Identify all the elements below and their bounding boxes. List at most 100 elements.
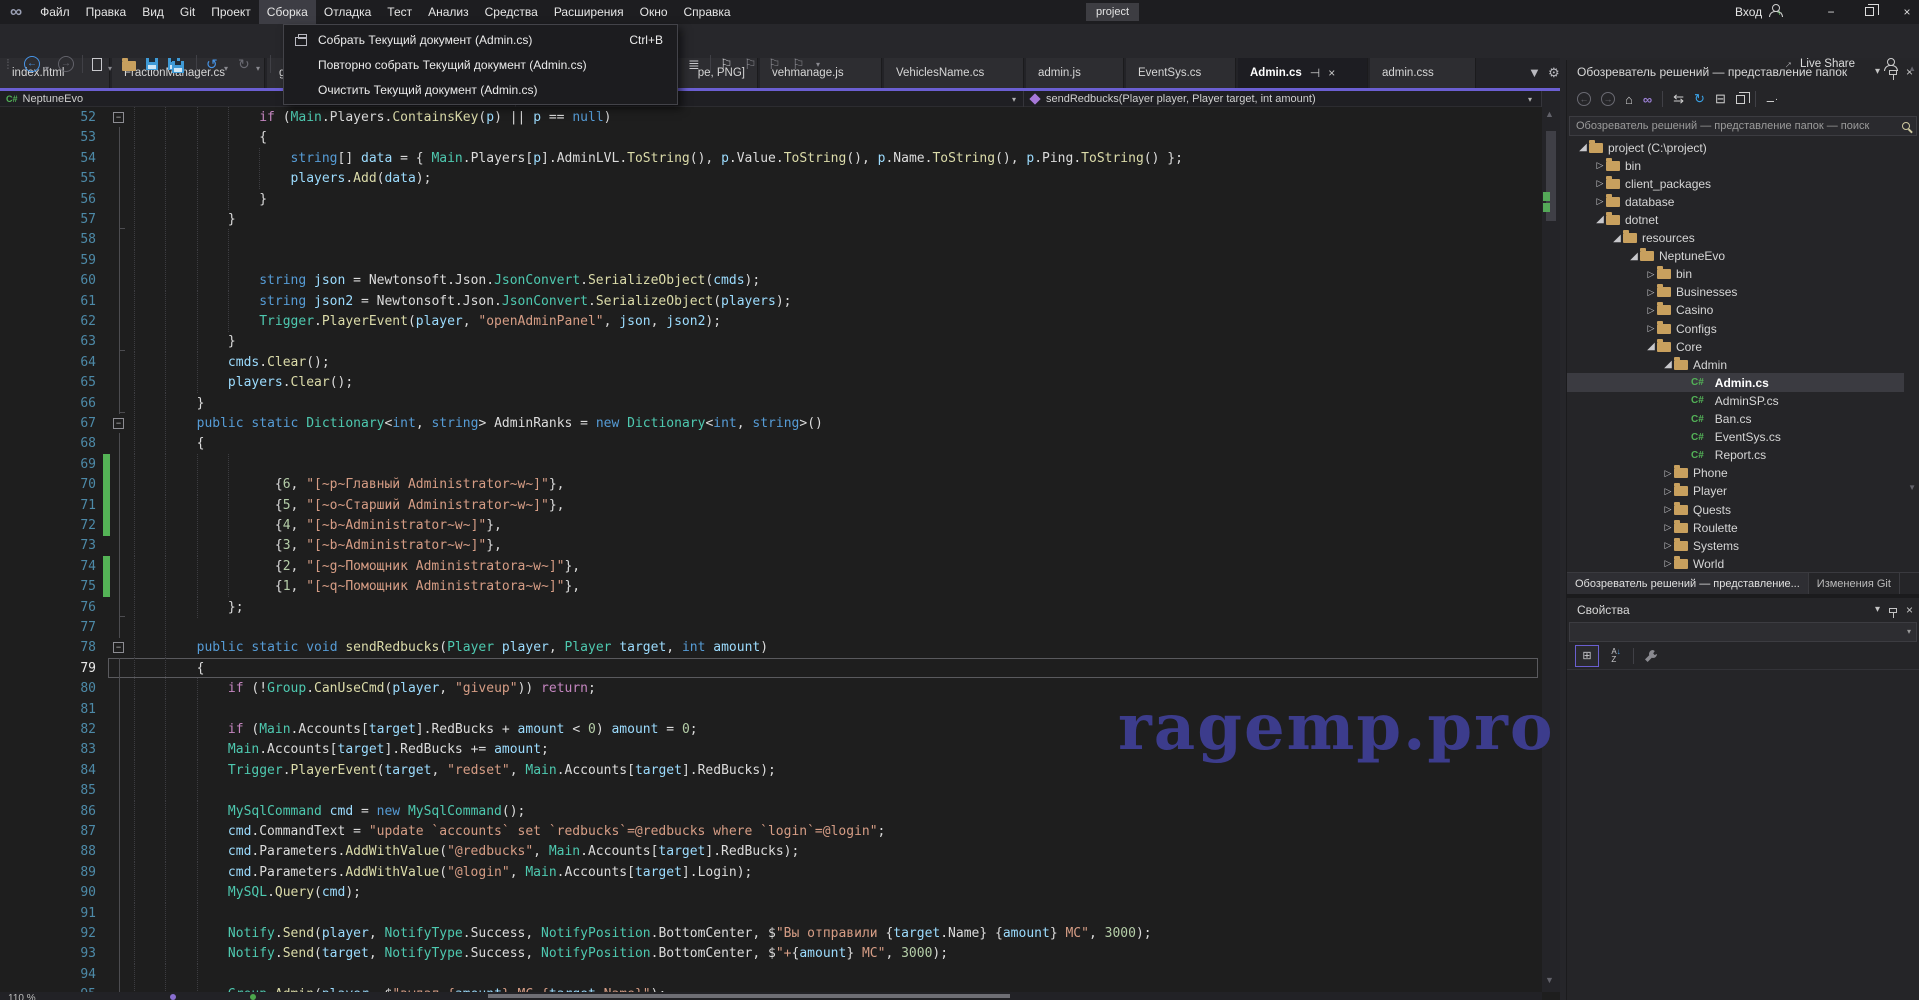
tree-expander-icon[interactable]: ▷ xyxy=(1645,269,1657,280)
forward-icon[interactable]: → xyxy=(1601,92,1615,106)
code-line[interactable]: 64 cmds.Clear(); xyxy=(0,352,1542,373)
panel-tab-Изменения Git[interactable]: Изменения Git xyxy=(1809,573,1900,595)
collapse-all-icon[interactable]: ⊟ xyxy=(1715,91,1726,107)
editor-zoom-level[interactable]: 110 % xyxy=(8,993,36,1000)
switch-views-icon[interactable]: ∞ xyxy=(1643,92,1652,107)
code-line[interactable]: 61 string json2 = Newtonsoft.Json.JsonCo… xyxy=(0,291,1542,312)
build-menu-item[interactable]: Собрать Текущий документ (Admin.cs)Ctrl+… xyxy=(284,27,677,52)
tree-expander-icon[interactable]: ▷ xyxy=(1662,558,1674,569)
pin-tab-icon[interactable]: ⊣ xyxy=(1310,66,1320,80)
new-project-button[interactable] xyxy=(92,53,102,75)
tree-item-dotnet[interactable]: ◢dotnet xyxy=(1567,210,1904,229)
tree-expander-icon[interactable]: ▷ xyxy=(1662,486,1674,497)
code-line[interactable]: 78− public static void sendRedbucks(Play… xyxy=(0,637,1542,658)
code-line[interactable]: 87 cmd.CommandText = "update `accounts` … xyxy=(0,821,1542,842)
tree-item-bin[interactable]: ▷bin xyxy=(1567,265,1904,284)
code-line[interactable]: 52− if (Main.Players.ContainsKey(p) || p… xyxy=(0,107,1542,128)
tree-expander-icon[interactable]: ▷ xyxy=(1645,287,1657,298)
code-line[interactable]: 63 } xyxy=(0,331,1542,352)
breadcrumb-member[interactable]: sendRedbucks(Player player, Player targe… xyxy=(1025,91,1542,107)
save-all-button[interactable] xyxy=(168,53,184,75)
code-line[interactable]: 53 { xyxy=(0,127,1542,148)
code-line[interactable]: 92 Notify.Send(player, NotifyType.Succes… xyxy=(0,923,1542,944)
code-line[interactable]: 89 cmd.Parameters.AddWithValue("@login",… xyxy=(0,862,1542,883)
tree-item-bin[interactable]: ▷bin xyxy=(1567,156,1904,175)
navigate-forward-button[interactable]: → xyxy=(58,53,74,75)
tree-expander-icon[interactable]: ▷ xyxy=(1662,522,1674,533)
solution-explorer-search-input[interactable]: Обозреватель решений — представление пап… xyxy=(1569,116,1917,136)
code-line[interactable]: 76 }; xyxy=(0,597,1542,618)
code-line[interactable]: 79 { xyxy=(0,658,1542,679)
code-line[interactable]: 67− public static Dictionary<int, string… xyxy=(0,413,1542,434)
code-line[interactable]: 55 players.Add(data); xyxy=(0,168,1542,189)
menubar-item-Тест[interactable]: Тест xyxy=(379,0,420,24)
feedback-person-icon[interactable] xyxy=(1884,53,1896,75)
tab-admin.css[interactable]: admin.css xyxy=(1370,58,1476,88)
undo-dropdown-icon[interactable]: ▾ xyxy=(224,57,228,79)
close-icon[interactable]: × xyxy=(1906,598,1913,622)
code-line[interactable]: 95 Group.Admin(player, $"выдал {amount} … xyxy=(0,984,1542,992)
save-button[interactable] xyxy=(146,53,158,75)
toolbar-overflow-icon[interactable]: ▾ xyxy=(816,53,820,75)
open-file-button[interactable] xyxy=(122,53,136,75)
menubar-item-Сборка[interactable]: Сборка xyxy=(259,0,316,24)
code-line[interactable]: 91 xyxy=(0,903,1542,924)
code-line[interactable]: 73 {3, "[~b~Administrator~w~]"}, xyxy=(0,535,1542,556)
code-line[interactable]: 70 {6, "[~p~Главный Administrator~w~]"}, xyxy=(0,474,1542,495)
code-line[interactable]: 54 string[] data = { Main.Players[p].Adm… xyxy=(0,148,1542,169)
live-share-button[interactable]: Live Share xyxy=(1800,53,1855,75)
tree-item-Admin[interactable]: ◢Admin xyxy=(1567,355,1904,374)
code-line[interactable]: 74 {2, "[~g~Помощник Administratora~w~]"… xyxy=(0,556,1542,577)
code-line[interactable]: 71 {5, "[~o~Старший Administrator~w~]"}, xyxy=(0,495,1542,516)
tree-item-EventSys.cs[interactable]: C#EventSys.cs xyxy=(1567,428,1904,447)
refresh-icon[interactable]: ↻ xyxy=(1694,91,1705,107)
sign-in-button[interactable]: Вход + xyxy=(1735,0,1781,24)
tree-item-Casino[interactable]: ▷Casino xyxy=(1567,301,1904,320)
next-bookmark-icon[interactable]: ⚐ xyxy=(768,53,781,75)
navigate-back-button[interactable]: ← xyxy=(24,53,40,75)
tab-list-dropdown-icon[interactable]: ▼ xyxy=(1528,65,1541,80)
code-line[interactable]: 60 string json = Newtonsoft.Json.JsonCon… xyxy=(0,270,1542,291)
scrollbar-thumb[interactable] xyxy=(488,994,1010,998)
code-line[interactable]: 75 {1, "[~q~Помощник Administratora~w~]"… xyxy=(0,576,1542,597)
fold-collapse-icon[interactable]: − xyxy=(113,112,124,123)
minimize-button[interactable]: − xyxy=(1814,0,1848,24)
scroll-up-icon[interactable]: ▲ xyxy=(1908,64,1916,73)
scroll-down-icon[interactable]: ▼ xyxy=(1908,483,1916,492)
code-line[interactable]: 57 } xyxy=(0,209,1542,230)
editor-vertical-scrollbar[interactable]: ▲ ▼ xyxy=(1542,91,1560,992)
previous-bookmark-icon[interactable]: ⚐ xyxy=(744,53,757,75)
build-menu-item[interactable]: Повторно собрать Текущий документ (Admin… xyxy=(284,52,677,77)
code-line[interactable]: 68 { xyxy=(0,433,1542,454)
menubar-item-Git[interactable]: Git xyxy=(172,0,203,24)
tree-item-Businesses[interactable]: ▷Businesses xyxy=(1567,283,1904,302)
sync-with-active-document-icon[interactable]: ⇆ xyxy=(1673,91,1684,107)
fold-collapse-icon[interactable]: − xyxy=(113,418,124,429)
tree-expander-icon[interactable]: ◢ xyxy=(1628,251,1640,262)
home-icon[interactable]: ⌂ xyxy=(1625,92,1633,107)
menubar-item-Анализ[interactable]: Анализ xyxy=(420,0,477,24)
properties-object-combobox[interactable]: ▾ xyxy=(1569,622,1917,642)
tree-item-Player[interactable]: ▷Player xyxy=(1567,482,1904,501)
tree-expander-icon[interactable]: ▷ xyxy=(1594,178,1606,189)
menubar-item-Окно[interactable]: Окно xyxy=(632,0,676,24)
code-line[interactable]: 85 xyxy=(0,780,1542,801)
menubar-item-Проект[interactable]: Проект xyxy=(203,0,259,24)
menubar-item-Правка[interactable]: Правка xyxy=(78,0,135,24)
code-line[interactable]: 62 Trigger.PlayerEvent(player, "openAdmi… xyxy=(0,311,1542,332)
tree-expander-icon[interactable]: ▷ xyxy=(1645,323,1657,334)
code-line[interactable]: 56 } xyxy=(0,189,1542,210)
tree-item-database[interactable]: ▷database xyxy=(1567,192,1904,211)
window-position-dropdown-icon[interactable]: ▾ xyxy=(1875,60,1880,84)
tree-item-AdminSP.cs[interactable]: C#AdminSP.cs xyxy=(1567,391,1904,410)
tree-item-Report.cs[interactable]: C#Report.cs xyxy=(1567,446,1904,465)
tab-options-gear-icon[interactable]: ⚙ xyxy=(1548,65,1560,81)
tree-expander-icon[interactable]: ▷ xyxy=(1645,305,1657,316)
menubar-item-Справка[interactable]: Справка xyxy=(676,0,739,24)
code-line[interactable]: 59 xyxy=(0,250,1542,271)
undo-button[interactable]: ↺ xyxy=(206,53,218,75)
maximize-button[interactable] xyxy=(1852,0,1886,24)
panel-tab-Обозреватель решений — представление...[interactable]: Обозреватель решений — представление... xyxy=(1567,573,1809,595)
clear-bookmarks-icon[interactable]: ⚐ xyxy=(792,53,805,75)
menubar-item-Вид[interactable]: Вид xyxy=(134,0,172,24)
